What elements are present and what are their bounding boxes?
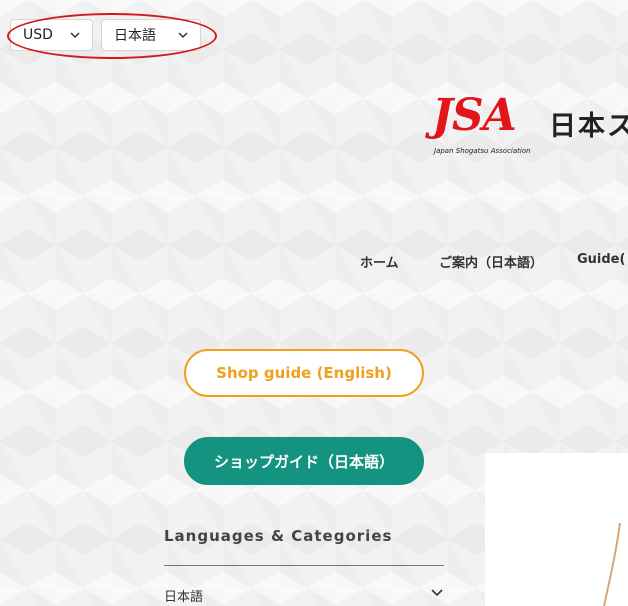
logo-english-name: Japan Shogatsu Association <box>434 147 531 155</box>
language-select[interactable]: 日本語 <box>101 19 201 51</box>
site-logo[interactable]: JSA 日本ス Japan Shogatsu Association <box>432 92 628 160</box>
currency-select[interactable]: USD <box>10 19 93 51</box>
category-item-japanese[interactable]: 日本語 <box>164 586 444 606</box>
logo-mark: JSA <box>432 90 517 141</box>
nav-item-guide[interactable]: Guide( <box>577 252 625 267</box>
chevron-down-icon <box>178 32 188 39</box>
currency-value: USD <box>23 27 53 43</box>
category-item-label: 日本語 <box>164 590 204 605</box>
section-divider <box>164 565 444 566</box>
content-panel <box>485 453 628 606</box>
languages-categories-heading: Languages & Categories <box>164 527 393 545</box>
nav-item-home[interactable]: ホーム <box>360 252 399 271</box>
nav-item-guide-japanese[interactable]: ご案内（日本語） <box>439 252 543 271</box>
language-value: 日本語 <box>114 28 156 44</box>
decorative-curve <box>603 523 621 606</box>
shop-guide-japanese-button[interactable]: ショップガイド（日本語） <box>184 437 424 485</box>
chevron-down-icon[interactable] <box>430 587 444 599</box>
main-nav: ホーム ご案内（日本語） Guide( <box>0 252 628 274</box>
chevron-down-icon <box>70 32 80 39</box>
shop-guide-english-button[interactable]: Shop guide (English) <box>184 349 424 397</box>
logo-japanese-name: 日本ス <box>549 111 628 142</box>
